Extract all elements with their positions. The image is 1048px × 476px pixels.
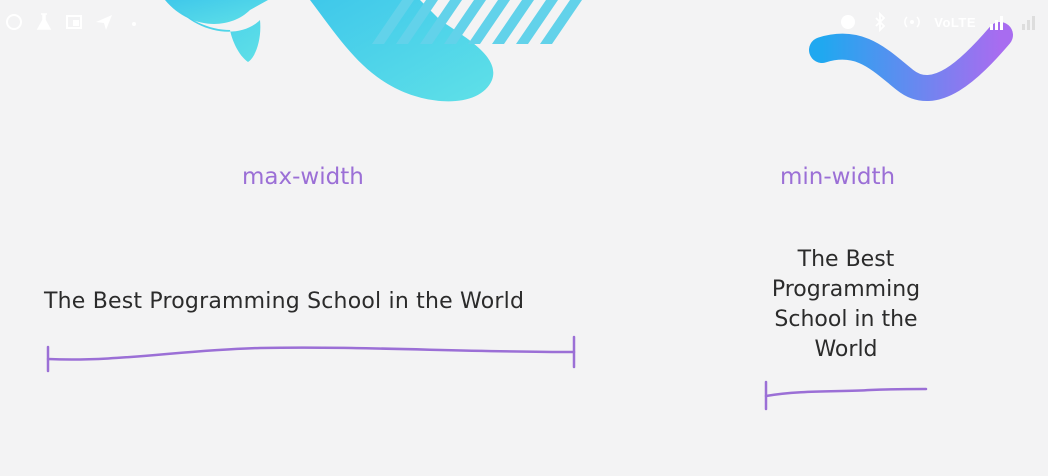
bluetooth-icon — [870, 11, 890, 33]
decorative-background — [46, 0, 1013, 411]
max-width-ruler — [46, 335, 576, 373]
volte-indicator: VoLTE — [934, 14, 976, 30]
narrow-text-example: The Best Programming School in the World — [771, 247, 921, 362]
signal-icon — [988, 12, 1008, 32]
cast-icon — [64, 12, 84, 32]
max-width-heading: max-width — [242, 164, 364, 190]
wide-text-example: The Best Programming School in the World — [44, 289, 525, 314]
status-right-icons: VoLTE — [838, 11, 1040, 33]
signal-icon — [1020, 12, 1040, 32]
send-icon — [94, 12, 114, 32]
dot-icon — [124, 12, 144, 32]
status-bar: VoLTE — [0, 0, 1048, 44]
min-width-heading: min-width — [780, 164, 896, 190]
min-width-ruler — [764, 380, 928, 411]
status-left-icons — [4, 12, 144, 32]
alarm-icon — [838, 12, 858, 32]
circle-icon — [4, 12, 24, 32]
hotspot-icon — [902, 12, 922, 32]
flask-icon — [34, 12, 54, 32]
